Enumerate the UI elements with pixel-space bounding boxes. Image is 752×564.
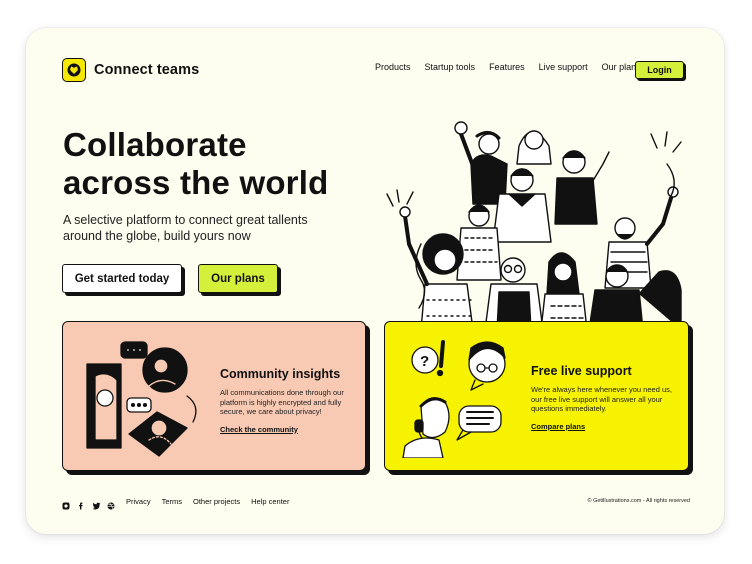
brand-name: Connect teams <box>94 62 200 78</box>
community-insights-description: All communications done through our plat… <box>220 388 344 416</box>
instagram-icon[interactable] <box>62 497 70 510</box>
person-hijab-top <box>516 130 552 165</box>
our-plans-button[interactable]: Our plans <box>198 264 278 293</box>
nav-item-live-support[interactable]: Live support <box>539 62 588 72</box>
footer-link-privacy[interactable]: Privacy <box>126 497 151 506</box>
footer-link-help-center[interactable]: Help center <box>251 497 289 506</box>
footer: Privacy Terms Other projects Help center… <box>62 496 692 510</box>
free-live-support-text: Free live support We're always here when… <box>531 364 681 434</box>
person-wave-left <box>454 121 508 205</box>
team-crowd-illustration <box>386 121 682 330</box>
twitter-icon[interactable] <box>92 497 101 510</box>
community-insights-title: Community insights <box>220 367 341 381</box>
hero-title: Collaborate across the world <box>63 126 383 202</box>
get-started-button[interactable]: Get started today <box>62 264 182 293</box>
free-live-support-description: We're always here whenever you need us, … <box>531 385 672 413</box>
nav-item-startup-tools[interactable]: Startup tools <box>425 62 476 72</box>
top-nav: Products Startup tools Features Live sup… <box>375 62 655 72</box>
free-live-support-title: Free live support <box>531 364 632 378</box>
person-long-hair-front <box>540 252 588 330</box>
live-support-illustration: ? <box>402 340 506 458</box>
facebook-icon[interactable] <box>77 497 85 510</box>
social-links <box>62 497 122 510</box>
community-insights-card: Community insights All communications do… <box>62 321 366 471</box>
check-community-link[interactable]: Check the community <box>220 425 298 434</box>
dribbble-icon[interactable] <box>107 497 115 510</box>
hero-title-line-2: across the world <box>63 164 329 201</box>
heart-face-icon <box>62 58 86 82</box>
nav-item-features[interactable]: Features <box>489 62 525 72</box>
page-card: Connect teams Products Startup tools Fea… <box>26 28 724 534</box>
svg-text:?: ? <box>420 353 429 370</box>
brand-logo[interactable]: Connect teams <box>62 58 199 82</box>
hero-title-line-1: Collaborate <box>63 126 247 163</box>
community-chat-illustration <box>86 341 197 457</box>
compare-plans-link[interactable]: Compare plans <box>531 422 585 431</box>
footer-links: Privacy Terms Other projects Help center <box>126 497 300 506</box>
nav-item-products[interactable]: Products <box>375 62 411 72</box>
footer-link-other-projects[interactable]: Other projects <box>193 497 240 506</box>
person-pattern-left <box>456 204 502 281</box>
free-live-support-card: ? Free live support We're always here wh… <box>384 321 689 471</box>
footer-link-terms[interactable]: Terms <box>162 497 182 506</box>
copyright-text: © Getillustrations.com - All rights rese… <box>587 498 690 504</box>
login-button[interactable]: Login <box>635 61 684 79</box>
community-insights-text: Community insights All communications do… <box>220 367 358 437</box>
hero-subtitle: A selective platform to connect great ta… <box>63 213 308 243</box>
person-dotted-top-right <box>554 150 610 225</box>
